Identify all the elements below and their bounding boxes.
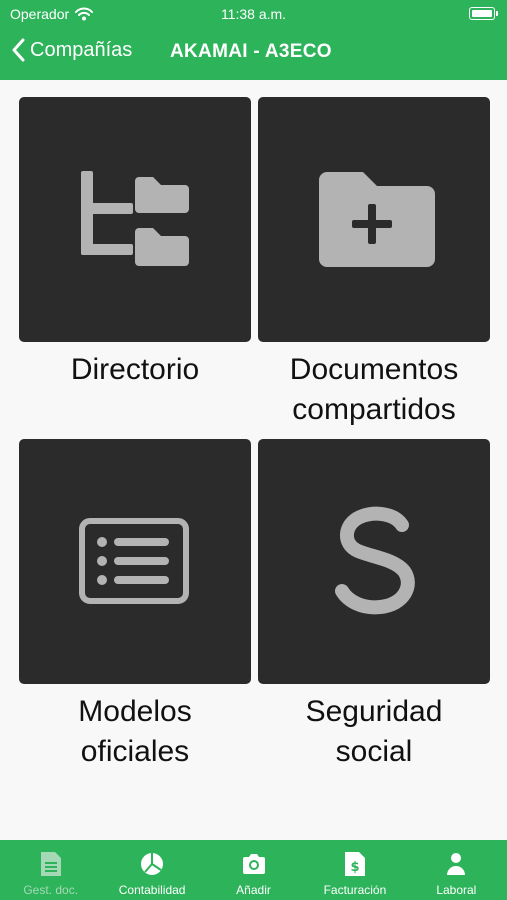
tile-modelos-oficiales[interactable]: [19, 439, 251, 684]
page-title: AKAMAI - A3ECO: [170, 41, 332, 62]
document-icon: [40, 852, 61, 876]
nav-bar: Compañías AKAMAI - A3ECO: [0, 38, 507, 68]
clock: 11:38 a.m.: [220, 6, 287, 22]
battery-icon: [469, 7, 498, 20]
tile-label-line2: compartidos: [292, 393, 456, 426]
tile-label-line1: Documentos: [289, 353, 459, 386]
tab-bar: Gest. doc. Contabilidad Añadir $ Factura…: [0, 840, 507, 900]
camera-icon: [242, 854, 265, 874]
tab-label: Laboral: [436, 883, 477, 897]
tile-label-seguridad: Seguridad social: [258, 692, 490, 772]
tab-gest-doc[interactable]: Gest. doc.: [0, 840, 101, 900]
tab-anadir[interactable]: Añadir: [203, 840, 304, 900]
tile-label-directorio: Directorio: [70, 353, 200, 386]
tile-label-modelos: Modelos oficiales: [19, 692, 251, 772]
tile-directorio[interactable]: [19, 97, 251, 342]
tab-laboral[interactable]: Laboral: [406, 840, 507, 900]
folder-tree-icon: [81, 171, 189, 266]
invoice-icon: $: [344, 852, 365, 876]
letter-s-icon: [335, 506, 415, 615]
tab-contabilidad[interactable]: Contabilidad: [101, 840, 202, 900]
header: Operador 11:38 a.m. Compañías AKAMAI - A…: [0, 0, 507, 80]
tab-label: Añadir: [236, 883, 271, 897]
svg-text:$: $: [350, 860, 359, 875]
person-icon: [447, 853, 466, 875]
status-bar: Operador 11:38 a.m.: [0, 5, 507, 25]
folder-add-icon: [319, 172, 435, 267]
tile-documentos-compartidos[interactable]: [258, 97, 490, 342]
tile-label-documentos: Documentos compartidos: [258, 350, 490, 430]
tile-label-line1: Modelos: [78, 695, 192, 728]
tile-label-line2: oficiales: [80, 735, 190, 768]
tab-facturacion[interactable]: $ Facturación: [304, 840, 405, 900]
list-card-icon: [79, 518, 189, 604]
back-label: Compañías: [30, 38, 133, 61]
tab-label: Contabilidad: [118, 883, 186, 897]
chevron-left-icon: [12, 38, 25, 62]
tile-label-line1: Seguridad: [305, 695, 443, 728]
back-button[interactable]: Compañías: [12, 38, 132, 62]
pie-chart-icon: [141, 853, 164, 875]
tab-label: Facturación: [323, 883, 387, 897]
tile-seguridad-social[interactable]: [258, 439, 490, 684]
tile-label-line2: social: [335, 735, 413, 768]
tab-label: Gest. doc.: [23, 883, 79, 897]
